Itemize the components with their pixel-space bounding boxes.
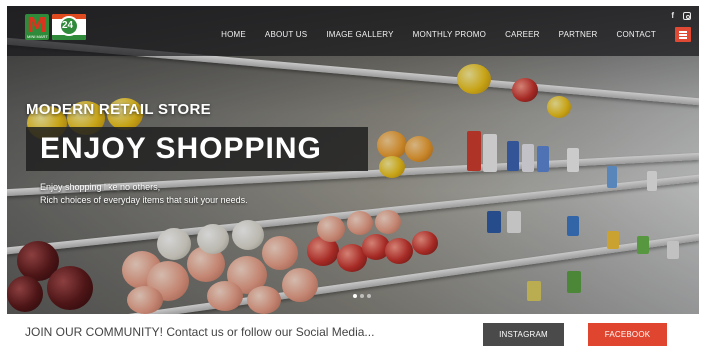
instagram-icon[interactable]: [683, 12, 691, 20]
facebook-icon[interactable]: f: [671, 11, 674, 21]
nav-home[interactable]: HOME: [221, 30, 246, 39]
main-navigation: HOME ABOUT US IMAGE GALLERY MONTHLY PROM…: [202, 30, 656, 39]
nav-image-gallery[interactable]: IMAGE GALLERY: [326, 30, 393, 39]
24-hours-badge-icon: 24: [52, 14, 86, 40]
badge-number: 24: [62, 20, 74, 31]
social-links: f: [671, 11, 691, 21]
hero-headline: ENJOY SHOPPING: [40, 132, 322, 165]
slide-dot[interactable]: [360, 294, 364, 298]
site-header: M MINI MART 24 f HOME ABOUT US IMAGE GAL…: [7, 6, 699, 56]
facebook-button[interactable]: FACEBOOK: [588, 323, 667, 346]
slider-pagination: [353, 294, 371, 298]
nav-contact[interactable]: CONTACT: [617, 30, 656, 39]
hamburger-menu-icon[interactable]: [675, 27, 691, 42]
nav-about-us[interactable]: ABOUT US: [265, 30, 307, 39]
hero-description-line-1: Enjoy shopping like no others,: [40, 182, 161, 192]
minimart-logo-icon: M MINI MART: [25, 13, 49, 40]
slide-dot[interactable]: [367, 294, 371, 298]
slide-dot[interactable]: [353, 294, 357, 298]
community-callout: JOIN OUR COMMUNITY! Contact us or follow…: [25, 325, 375, 339]
instagram-button[interactable]: INSTAGRAM: [483, 323, 564, 346]
hero-kicker: MODERN RETAIL STORE: [26, 101, 211, 118]
nav-career[interactable]: CAREER: [505, 30, 540, 39]
nav-partner[interactable]: PARTNER: [559, 30, 598, 39]
brand-logo[interactable]: M MINI MART 24: [25, 13, 86, 40]
nav-monthly-promo[interactable]: MONTHLY PROMO: [413, 30, 486, 39]
hero-description: Enjoy shopping like no others, Rich choi…: [40, 181, 248, 207]
headline-banner: ENJOY SHOPPING: [26, 127, 368, 171]
logo-subtext: MINI MART: [27, 34, 48, 39]
hero-description-line-2: Rich choices of everyday items that suit…: [40, 195, 248, 205]
hero-slider: M MINI MART 24 f HOME ABOUT US IMAGE GAL…: [7, 6, 699, 314]
